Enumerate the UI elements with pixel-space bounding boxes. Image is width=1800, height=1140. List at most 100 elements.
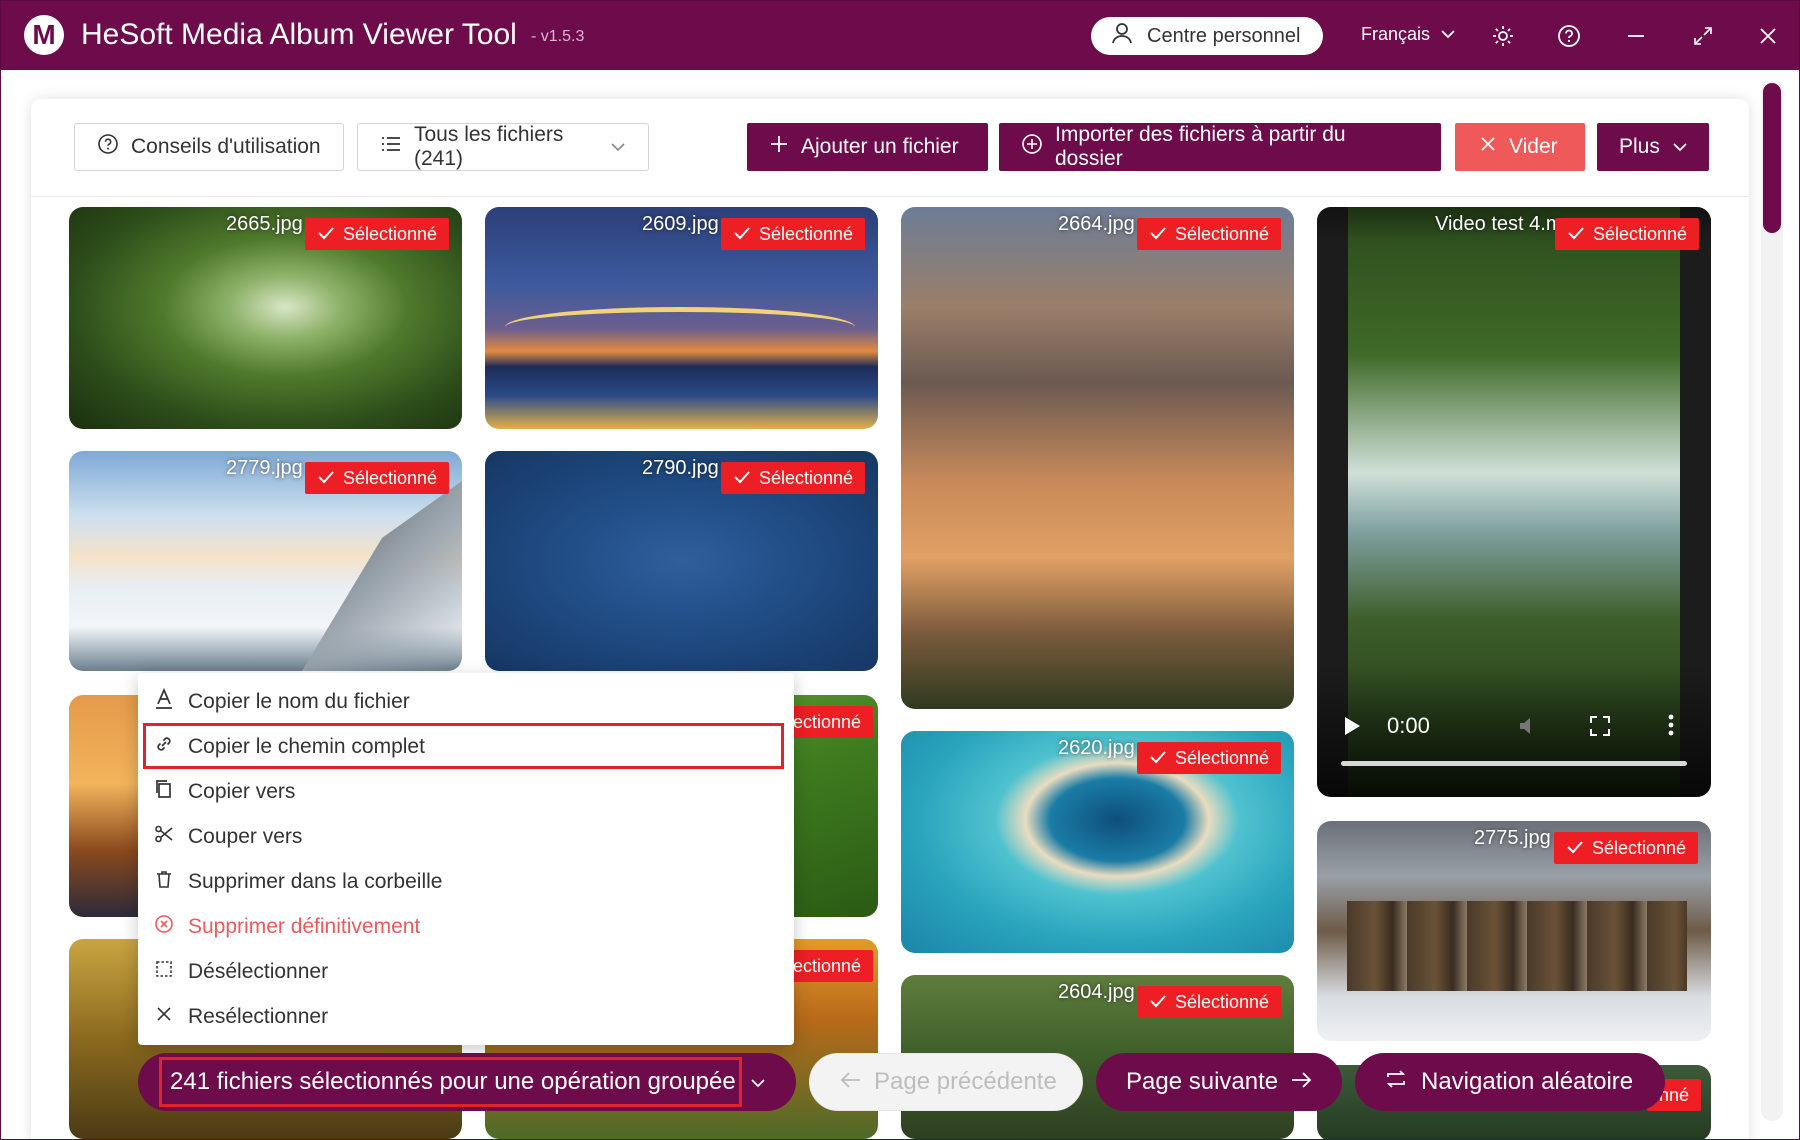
deselect-icon: [154, 959, 174, 985]
clear-button[interactable]: Vider: [1455, 123, 1585, 171]
selected-badge: Sélectionné: [721, 462, 866, 494]
file-filter-dropdown[interactable]: Tous les fichiers (241): [357, 123, 649, 171]
menu-item-delete-forever[interactable]: Supprimer définitivement: [138, 904, 794, 949]
menu-label: Couper vers: [188, 824, 303, 848]
selected-badge: Sélectionné: [1137, 986, 1282, 1018]
media-tile[interactable]: 2620.jpg Sélectionné: [901, 731, 1294, 953]
tips-button[interactable]: Conseils d'utilisation: [74, 123, 344, 171]
selected-badge: Sélectionné: [1137, 742, 1282, 774]
maximize-icon[interactable]: [1688, 21, 1718, 51]
bison-shape: [1347, 901, 1687, 991]
check-icon: [1566, 838, 1584, 859]
add-file-button[interactable]: Ajouter un fichier: [747, 123, 988, 171]
selected-badge: ectionné: [781, 950, 874, 982]
add-file-label: Ajouter un fichier: [801, 135, 959, 158]
media-tile[interactable]: 2775.jpg Sélectionné: [1317, 821, 1711, 1041]
clear-label: Vider: [1509, 135, 1558, 158]
arrow-right-icon: [1290, 1068, 1312, 1096]
import-folder-label: Importer des fichiers à partir du dossie…: [1055, 123, 1346, 170]
selected-label: Sélectionné: [1175, 223, 1270, 244]
random-navigation-label: Navigation aléatoire: [1421, 1068, 1634, 1095]
file-name: 2779.jpg: [226, 457, 303, 479]
media-tile[interactable]: 2790.jpg Sélectionné: [485, 451, 878, 671]
menu-label: Supprimer définitivement: [188, 914, 421, 938]
more-dropdown[interactable]: Plus: [1597, 123, 1709, 171]
tips-label: Conseils d'utilisation: [131, 135, 321, 158]
selected-label: Sélectionné: [1175, 747, 1270, 768]
scrollbar-thumb[interactable]: [1763, 83, 1781, 233]
scissors-icon: [154, 824, 174, 850]
title-bar: M HeSoft Media Album Viewer Tool - v1.5.…: [1, 1, 1799, 70]
random-navigation-button[interactable]: Navigation aléatoire: [1355, 1053, 1665, 1111]
selected-badge: ectionné: [781, 706, 874, 738]
check-icon: [1149, 224, 1167, 245]
selected-badge: Sélectionné: [1137, 218, 1282, 250]
selected-label: Sélectionné: [1593, 223, 1688, 244]
delete-circle-icon: [154, 914, 174, 940]
menu-item-cut-to[interactable]: Couper vers: [138, 814, 794, 859]
list-icon: [380, 134, 402, 160]
menu-item-copy-name[interactable]: Copier le nom du fichier: [138, 679, 794, 724]
media-tile[interactable]: 2609.jpg Sélectionné: [485, 207, 878, 429]
video-time: 0:00: [1387, 713, 1430, 738]
highlight-box: [159, 1057, 742, 1107]
selected-badge: Sélectionné: [305, 462, 450, 494]
next-page-button[interactable]: Page suivante: [1096, 1053, 1342, 1111]
file-name: 2609.jpg: [642, 213, 719, 235]
video-tile[interactable]: Video test 4.m Sélectionné 0:00: [1317, 207, 1711, 797]
menu-item-reselect[interactable]: Resélectionner: [138, 994, 794, 1039]
media-tile[interactable]: 2665.jpg Sélectionné: [69, 207, 462, 429]
selected-badge: Sélectionné: [1554, 832, 1699, 864]
bridge-shape: [505, 307, 855, 347]
copy-icon: [154, 779, 174, 805]
personal-center-button[interactable]: Centre personnel: [1091, 17, 1323, 55]
selected-label: Sélectionné: [1592, 837, 1687, 858]
import-folder-button[interactable]: Importer des fichiers à partir du dossie…: [999, 123, 1441, 171]
more-options-icon[interactable]: [1667, 713, 1675, 742]
close-icon[interactable]: [1753, 21, 1783, 51]
volume-icon[interactable]: [1517, 715, 1541, 742]
previous-page-label: Page précédente: [874, 1068, 1057, 1095]
language-label: Français: [1361, 24, 1431, 44]
file-name: 2604.jpg: [1058, 981, 1135, 1003]
check-icon: [317, 224, 335, 245]
menu-label: Copier le nom du fichier: [188, 689, 410, 713]
file-name: 2620.jpg: [1058, 737, 1135, 759]
scrollbar-track[interactable]: [1761, 81, 1783, 1121]
check-icon: [317, 468, 335, 489]
settings-gear-icon[interactable]: [1488, 21, 1518, 51]
media-tile[interactable]: 2779.jpg Sélectionné: [69, 451, 462, 671]
check-icon: [733, 468, 751, 489]
file-name: 2664.jpg: [1058, 213, 1135, 235]
video-progress-bar[interactable]: [1341, 761, 1687, 766]
selected-label: Sélectionné: [1175, 991, 1270, 1012]
chevron-down-icon: [750, 1068, 766, 1096]
fullscreen-icon[interactable]: [1589, 715, 1611, 742]
trash-icon: [154, 869, 174, 895]
minimize-icon[interactable]: [1621, 21, 1651, 51]
selected-label: Sélectionné: [343, 467, 438, 488]
next-page-label: Page suivante: [1126, 1068, 1279, 1095]
chevron-down-icon: [610, 135, 626, 159]
app-window: M HeSoft Media Album Viewer Tool - v1.5.…: [0, 0, 1800, 1140]
menu-item-copy-to[interactable]: Copier vers: [138, 769, 794, 814]
file-name: Video test 4.m: [1435, 213, 1563, 235]
selected-label: Sélectionné: [759, 223, 854, 244]
selected-badge: Sélectionné: [305, 218, 450, 250]
media-tile[interactable]: 2664.jpg Sélectionné: [901, 207, 1294, 709]
app-title: HeSoft Media Album Viewer Tool: [81, 18, 517, 51]
selected-badge: Sélectionné: [1555, 218, 1700, 250]
mountain-shape: [302, 481, 462, 671]
play-icon[interactable]: [1343, 716, 1361, 741]
check-icon: [733, 224, 751, 245]
selected-label: Sélectionné: [759, 467, 854, 488]
previous-page-button[interactable]: Page précédente: [809, 1053, 1083, 1111]
menu-item-trash[interactable]: Supprimer dans la corbeille: [138, 859, 794, 904]
language-select[interactable]: Français: [1361, 24, 1456, 45]
menu-label: Resélectionner: [188, 1004, 329, 1028]
shuffle-icon: [1385, 1068, 1407, 1096]
help-icon[interactable]: [1554, 21, 1584, 51]
plus-icon: [769, 134, 789, 160]
menu-item-deselect[interactable]: Désélectionner: [138, 949, 794, 994]
check-icon: [1149, 748, 1167, 769]
